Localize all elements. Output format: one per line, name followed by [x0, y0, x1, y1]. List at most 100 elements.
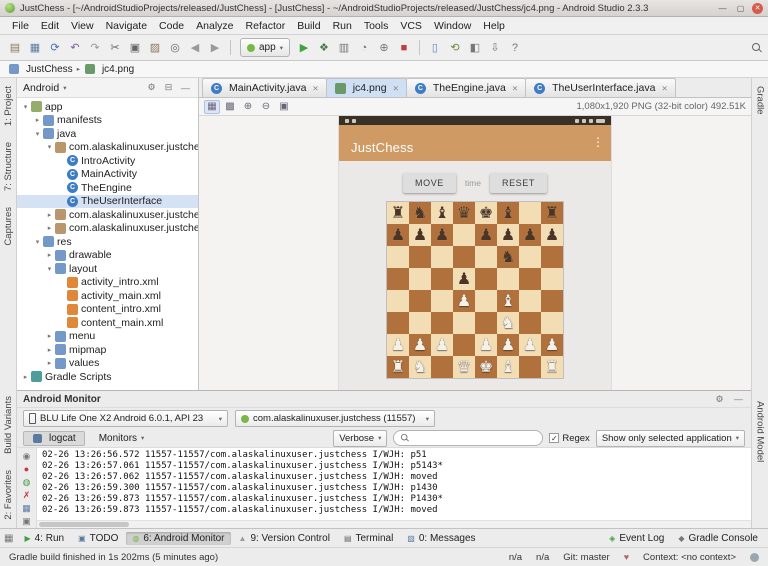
- tree-item-content-main-xml[interactable]: content_main.xml: [17, 316, 198, 330]
- expand-icon[interactable]: ▸: [45, 251, 54, 259]
- screenshot-icon[interactable]: ◉: [23, 451, 31, 461]
- git-branch-widget[interactable]: Git: master: [563, 552, 609, 563]
- collapse-icon[interactable]: ▾: [45, 265, 54, 273]
- save-all-icon[interactable]: ▦: [26, 39, 44, 57]
- tree-item-res[interactable]: ▾res: [17, 235, 198, 249]
- menu-navigate[interactable]: Navigate: [100, 19, 153, 33]
- checker-icon[interactable]: ▩: [222, 100, 238, 114]
- close-tab-icon[interactable]: ✕: [661, 84, 667, 93]
- expand-icon[interactable]: ▸: [45, 211, 54, 219]
- menu-analyze[interactable]: Analyze: [190, 19, 239, 33]
- expand-icon[interactable]: ▸: [45, 359, 54, 367]
- screen-capture-icon[interactable]: ▣: [22, 516, 31, 526]
- regex-checkbox[interactable]: ✓ Regex: [549, 433, 589, 444]
- system-info-icon[interactable]: ◍: [23, 477, 31, 487]
- tree-item-mipmap[interactable]: ▸mipmap: [17, 343, 198, 357]
- expand-icon[interactable]: ▸: [45, 346, 54, 354]
- tree-item-activity-intro-xml[interactable]: activity_intro.xml: [17, 276, 198, 290]
- menu-run[interactable]: Run: [327, 19, 358, 33]
- coverage-icon[interactable]: ▥: [335, 39, 353, 57]
- expand-icon[interactable]: ▸: [45, 332, 54, 340]
- layout-inspector-icon[interactable]: ▦: [22, 503, 31, 513]
- collapse-icon[interactable]: ▾: [45, 143, 54, 151]
- logcat-filter-select[interactable]: Show only selected application ▾: [596, 430, 745, 447]
- minimize-button[interactable]: —: [716, 3, 729, 14]
- logcat-search-input[interactable]: [414, 433, 536, 444]
- find-icon[interactable]: ◎: [166, 39, 184, 57]
- tree-item-theengine[interactable]: CTheEngine: [17, 181, 198, 195]
- menu-vcs[interactable]: VCS: [394, 19, 428, 33]
- process-select[interactable]: com.alaskalinuxuser.justchess (11557) ▾: [235, 410, 435, 427]
- tree-item-drawable[interactable]: ▸drawable: [17, 249, 198, 263]
- tree-item-com-alaskalinuxuser-justchess[interactable]: ▾com.alaskalinuxuser.justchess: [17, 141, 198, 155]
- sdk-manager-icon[interactable]: ⇩: [486, 39, 504, 57]
- tree-item-com-alaskalinuxuser-justchess-test[interactable]: ▸com.alaskalinuxuser.justchess (test): [17, 222, 198, 236]
- tree-item-theuserinterface[interactable]: CTheUserInterface: [17, 195, 198, 209]
- expand-icon[interactable]: ▸: [45, 224, 54, 232]
- redo-icon[interactable]: ↷: [86, 39, 104, 57]
- close-button[interactable]: ✕: [752, 3, 763, 14]
- tree-item-activity-main-xml[interactable]: activity_main.xml: [17, 289, 198, 303]
- hide-panel-icon[interactable]: —: [179, 83, 192, 93]
- tree-item-layout[interactable]: ▾layout: [17, 262, 198, 276]
- tree-item-com-alaskalinuxuser-justchess-androidtest[interactable]: ▸com.alaskalinuxuser.justchess (androidT…: [17, 208, 198, 222]
- menu-help[interactable]: Help: [477, 19, 511, 33]
- paste-icon[interactable]: ▨: [146, 39, 164, 57]
- help-icon[interactable]: ?: [506, 39, 524, 57]
- run-configuration-select[interactable]: app ▾: [240, 38, 290, 57]
- breadcrumb-file[interactable]: jc4.png: [102, 64, 134, 75]
- breadcrumb-project[interactable]: JustChess: [26, 64, 73, 75]
- tree-item-mainactivity[interactable]: CMainActivity: [17, 168, 198, 182]
- menu-window[interactable]: Window: [428, 19, 477, 33]
- sync-project-gradle-icon[interactable]: ⟲: [446, 39, 464, 57]
- editor-tab-theengine-java[interactable]: CTheEngine.java✕: [406, 78, 526, 97]
- editor-tab-mainactivity-java[interactable]: CMainActivity.java✕: [202, 78, 327, 97]
- strip-button-7-structure[interactable]: 7: Structure: [3, 142, 14, 191]
- tool-button-version-control[interactable]: ▲9: Version Control: [233, 532, 336, 545]
- horizontal-scrollbar[interactable]: [37, 520, 751, 528]
- tree-item-app[interactable]: ▾app: [17, 100, 198, 114]
- strip-button-build-variants[interactable]: Build Variants: [3, 396, 14, 454]
- tree-item-menu[interactable]: ▸menu: [17, 330, 198, 344]
- collapse-icon[interactable]: ▾: [33, 238, 42, 246]
- log-level-select[interactable]: Verbose ▾: [333, 430, 387, 447]
- tool-window-switcher-icon[interactable]: ▦: [4, 533, 13, 544]
- tool-button-run[interactable]: ▶4: Run: [18, 532, 70, 545]
- expand-icon[interactable]: ▸: [21, 373, 30, 381]
- hide-panel-icon[interactable]: —: [732, 394, 745, 404]
- tree-item-gradle-scripts[interactable]: ▸Gradle Scripts: [17, 370, 198, 384]
- scrollbar-thumb[interactable]: [39, 522, 129, 527]
- copy-icon[interactable]: ▣: [126, 39, 144, 57]
- tool-button-android-monitor[interactable]: ◍6: Android Monitor: [126, 532, 230, 545]
- close-tab-icon[interactable]: ✕: [393, 84, 399, 93]
- close-tab-icon[interactable]: ✕: [512, 84, 518, 93]
- expand-icon[interactable]: ▸: [33, 116, 42, 124]
- zoom-in-icon[interactable]: ⊕: [240, 100, 256, 114]
- project-view-select[interactable]: Android: [23, 82, 59, 94]
- tree-item-values[interactable]: ▸values: [17, 357, 198, 371]
- logcat-output[interactable]: 02-26 13:26:56.572 11557-11557/com.alask…: [37, 448, 751, 520]
- menu-view[interactable]: View: [65, 19, 100, 33]
- inspections-profile-icon[interactable]: [750, 553, 759, 562]
- avd-manager-icon[interactable]: ▯: [426, 39, 444, 57]
- grid-icon[interactable]: ▦: [204, 100, 220, 114]
- tree-item-introactivity[interactable]: CIntroActivity: [17, 154, 198, 168]
- maximize-button[interactable]: ▢: [734, 3, 747, 14]
- debug-icon[interactable]: ❖: [315, 39, 333, 57]
- run-icon[interactable]: ▶: [295, 39, 313, 57]
- project-structure-icon[interactable]: ◧: [466, 39, 484, 57]
- terminate-app-icon[interactable]: ✗: [23, 490, 31, 500]
- device-select[interactable]: BLU Life One X2 Android 6.0.1, API 23 ▾: [23, 410, 228, 427]
- tab-monitors[interactable]: Monitors ▾: [90, 431, 154, 446]
- stop-icon[interactable]: ■: [395, 39, 413, 57]
- menu-refactor[interactable]: Refactor: [240, 19, 292, 33]
- tool-button-todo[interactable]: ▣TODO: [72, 532, 124, 545]
- search-everywhere-icon[interactable]: [752, 43, 762, 53]
- gear-icon[interactable]: ⚙: [145, 82, 158, 93]
- gear-icon[interactable]: ⚙: [713, 394, 726, 405]
- tree-item-content-intro-xml[interactable]: content_intro.xml: [17, 303, 198, 317]
- attach-debugger-icon[interactable]: ⊕: [375, 39, 393, 57]
- menu-edit[interactable]: Edit: [35, 19, 65, 33]
- strip-button-gradle[interactable]: Gradle: [755, 86, 766, 115]
- editor-tab-jc4-png[interactable]: jc4.png✕: [326, 78, 407, 97]
